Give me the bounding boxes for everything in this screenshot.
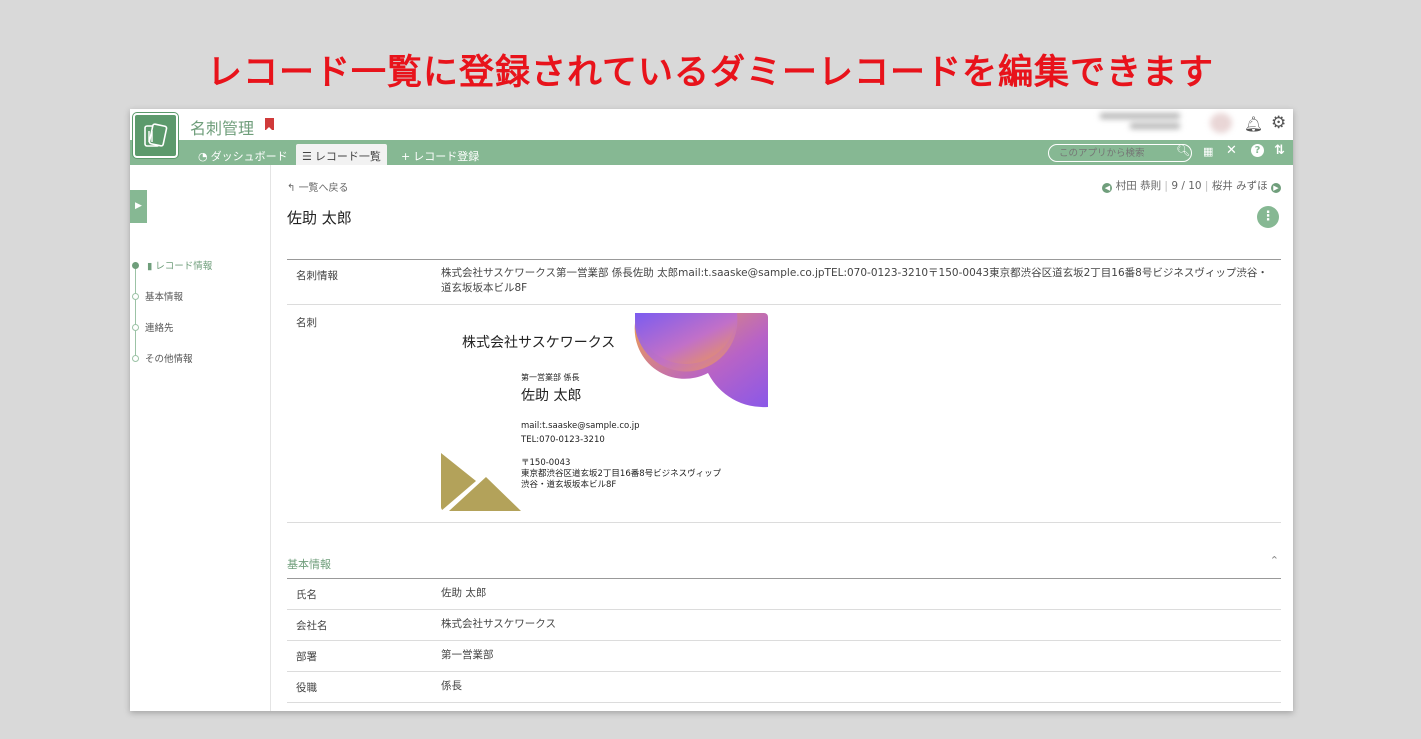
card-address-line2: 渋谷・道玄坂坂本ビル8F bbox=[521, 480, 617, 490]
back-arrow-icon: ↰ bbox=[287, 183, 299, 194]
sidebar: ▶ ▮ レコード情報 基本情報 連絡先 その他情報 bbox=[130, 165, 271, 711]
field-value: 佐助 太郎 bbox=[441, 587, 487, 599]
field-label: 氏名 bbox=[296, 589, 317, 601]
toc-line bbox=[135, 262, 136, 357]
card-mail: mail:t.saaske@sample.co.jp bbox=[521, 421, 640, 431]
app-icon[interactable] bbox=[133, 113, 178, 158]
gear-icon[interactable]: ⚙ bbox=[1271, 113, 1286, 133]
back-to-list-link[interactable]: ↰ 一覧へ戻る bbox=[287, 179, 349, 194]
card-company: 株式会社サスケワークス bbox=[462, 335, 616, 351]
tab-record-list[interactable]: ☰ レコード一覧 bbox=[296, 144, 387, 165]
card-tel: TEL:070-0123-3210 bbox=[521, 435, 605, 445]
banner-caption: レコード一覧に登録されているダミーレコードを編集できます bbox=[207, 53, 1214, 93]
tab-label: レコード一覧 bbox=[314, 150, 381, 163]
tab-dashboard[interactable]: ◔ ダッシュボード bbox=[192, 144, 294, 165]
prev-record-link[interactable]: 村田 恭則 bbox=[1116, 180, 1161, 192]
sidebar-item-basic-info[interactable]: 基本情報 bbox=[145, 289, 183, 303]
bell-icon[interactable]: 🔔︎ bbox=[1244, 115, 1263, 133]
field-label: 会社名 bbox=[296, 620, 328, 632]
avatar bbox=[1210, 113, 1232, 133]
sync-icon[interactable]: ⇅ bbox=[1274, 143, 1285, 158]
toc-dot bbox=[132, 293, 139, 300]
tab-label: レコード登録 bbox=[413, 150, 480, 163]
search-input[interactable] bbox=[1048, 144, 1192, 162]
divider bbox=[287, 702, 1281, 703]
table-row: 部署 第一営業部 bbox=[287, 640, 1281, 671]
section-title-basic-info: 基本情報 bbox=[287, 558, 331, 571]
toc-dot bbox=[132, 355, 139, 362]
user-info-blurred bbox=[1100, 113, 1232, 135]
field-row-card-image: 名刺 bbox=[287, 304, 1281, 522]
field-label: 部署 bbox=[296, 651, 317, 663]
field-label: 名刺情報 bbox=[296, 270, 338, 282]
next-record-icon[interactable]: ▶ bbox=[1271, 183, 1281, 193]
sidebar-toggle-button[interactable]: ▶ bbox=[130, 190, 147, 223]
record-position: 9 / 10 bbox=[1171, 180, 1202, 192]
sidebar-item-label: レコード情報 bbox=[155, 261, 213, 272]
sidebar-item-contact[interactable]: 連絡先 bbox=[145, 320, 174, 334]
app-window: 名刺管理 🔔︎ ⚙ ◔ダッシュボード ☰レコード一覧 +レコード登録 🔍︎ ▦ … bbox=[130, 109, 1293, 711]
divider bbox=[287, 522, 1281, 523]
field-value: 株式会社サスケワークス bbox=[441, 618, 556, 630]
toc-dot bbox=[132, 324, 139, 331]
business-card-image: 株式会社サスケワークス 第一営業部 係長 佐助 太郎 mail:t.saaske… bbox=[441, 313, 768, 511]
bookmark-icon[interactable] bbox=[265, 118, 274, 131]
top-bar: 名刺管理 🔔︎ ⚙ bbox=[130, 109, 1293, 158]
sidebar-item-record-info[interactable]: ▮ レコード情報 bbox=[147, 258, 212, 272]
tab-record-add[interactable]: + レコード登録 bbox=[395, 144, 485, 165]
field-value: 係長 bbox=[441, 680, 462, 692]
help-icon[interactable]: ? bbox=[1251, 144, 1264, 157]
next-record-link[interactable]: 桜井 みずほ bbox=[1212, 180, 1268, 192]
dashboard-icon: ◔ bbox=[198, 150, 208, 163]
prev-record-icon[interactable]: ◀ bbox=[1102, 183, 1113, 193]
record-title: 佐助 太郎 bbox=[287, 209, 352, 227]
back-label: 一覧へ戻る bbox=[298, 183, 349, 194]
table-row: 氏名 佐助 太郎 bbox=[287, 578, 1281, 609]
field-value: 株式会社サスケワークス第一営業部 係長佐助 太郎mail:t.saaske@sa… bbox=[441, 267, 1268, 294]
field-label: 名刺 bbox=[296, 317, 317, 329]
clipboard-icon: ▮ bbox=[147, 261, 156, 272]
tools-icon[interactable]: ✕ bbox=[1226, 143, 1237, 158]
chevron-up-icon[interactable]: ⌃ bbox=[1270, 554, 1279, 567]
field-value: 第一営業部 bbox=[441, 649, 494, 661]
search-icon[interactable]: 🔍︎ bbox=[1176, 144, 1190, 157]
sidebar-item-other-info[interactable]: その他情報 bbox=[145, 351, 193, 365]
card-dept: 第一営業部 係長 bbox=[521, 373, 580, 382]
list-icon: ☰ bbox=[302, 150, 312, 163]
card-name: 佐助 太郎 bbox=[521, 388, 582, 404]
tab-label: ダッシュボード bbox=[210, 150, 288, 163]
plus-icon: + bbox=[401, 150, 411, 163]
table-row: 会社名 株式会社サスケワークス bbox=[287, 609, 1281, 640]
record-content: ↰ 一覧へ戻る ◀ 村田 恭則 | 9 / 10 | 桜井 みずほ ▶ 佐助 太… bbox=[287, 165, 1281, 711]
toc-dot bbox=[132, 262, 139, 269]
qr-icon[interactable]: ▦ bbox=[1203, 145, 1213, 158]
app-title[interactable]: 名刺管理 bbox=[190, 115, 254, 139]
record-pager: ◀ 村田 恭則 | 9 / 10 | 桜井 みずほ ▶ bbox=[1102, 178, 1281, 193]
nav-bar: ◔ ダッシュボード ☰ レコード一覧 + レコード登録 bbox=[130, 140, 1293, 165]
field-row-card-info: 名刺情報 株式会社サスケワークス第一営業部 係長佐助 太郎mail:t.saas… bbox=[287, 259, 1281, 304]
more-options-button[interactable]: ⋮ bbox=[1257, 206, 1279, 228]
field-label: 役職 bbox=[296, 682, 317, 694]
table-row: 役職 係長 bbox=[287, 671, 1281, 702]
